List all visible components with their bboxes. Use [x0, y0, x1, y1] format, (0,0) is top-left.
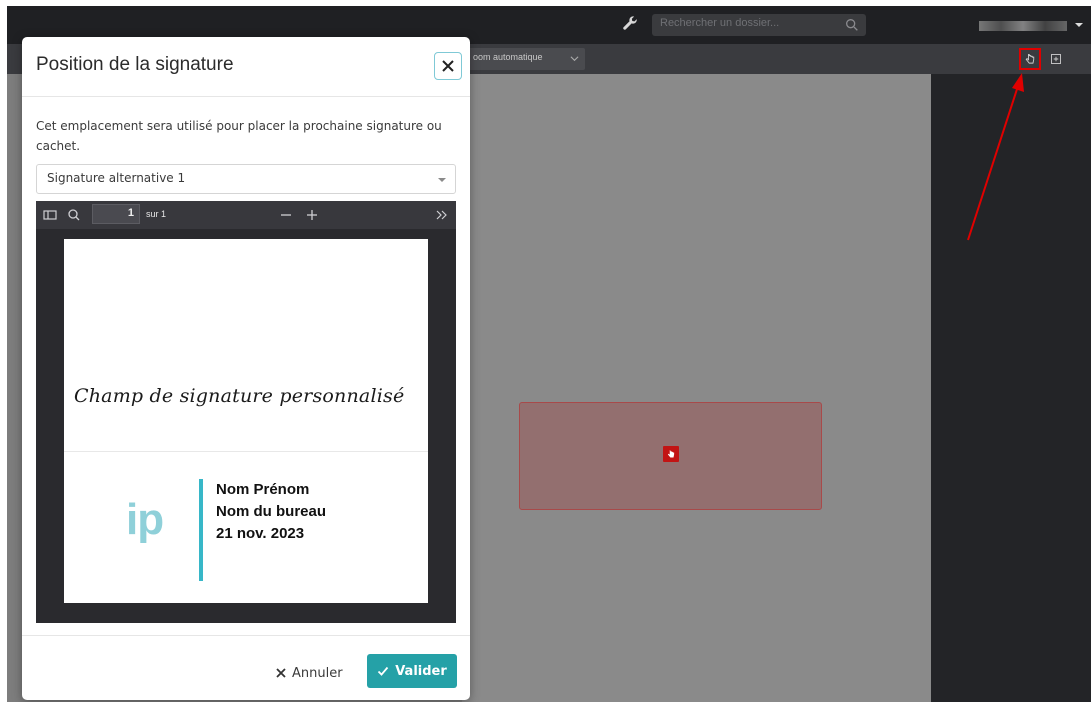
dialog-title: Position de la signature: [36, 54, 234, 75]
search-icon[interactable]: [66, 207, 82, 223]
dialog-footer: Annuler Valider: [22, 635, 470, 700]
stamp-divider: [199, 479, 203, 581]
validate-button[interactable]: Valider: [367, 654, 457, 688]
dialog-header: Position de la signature: [22, 37, 470, 97]
custom-signature-text: Champ de signature personnalisé: [74, 385, 405, 407]
document-page: [462, 74, 931, 702]
page-number-input[interactable]: 1: [92, 204, 140, 224]
hand-pointer-icon: [1025, 54, 1035, 64]
logo: ip: [126, 495, 164, 544]
search-input[interactable]: Rechercher un dossier...: [652, 14, 866, 36]
custom-signature-area: Champ de signature personnalisé: [64, 239, 428, 452]
pdf-page: Champ de signature personnalisé ip Nom P…: [64, 239, 428, 603]
signature-position-dialog: Position de la signature Cet emplacement…: [22, 37, 470, 700]
zoom-out-icon[interactable]: [278, 207, 294, 223]
zoom-select[interactable]: oom automatique: [467, 48, 585, 70]
cancel-button[interactable]: Annuler: [276, 663, 343, 683]
close-icon: [442, 60, 454, 72]
search-placeholder: Rechercher un dossier...: [660, 17, 780, 29]
double-chevron-right-icon[interactable]: [434, 207, 450, 223]
pdf-preview: 1 sur 1 Champ de signature personnalisé …: [36, 201, 456, 623]
user-menu-caret-icon[interactable]: [1074, 20, 1084, 30]
zoom-select-label: oom automatique: [473, 52, 543, 62]
export-button[interactable]: [1047, 50, 1065, 68]
signature-placement-zone[interactable]: [519, 402, 822, 510]
signature-select-value: Signature alternative 1: [47, 171, 186, 185]
page-count: sur 1: [146, 209, 167, 219]
wrench-icon[interactable]: [621, 15, 639, 33]
check-icon: [378, 666, 389, 676]
stamp-name: Nom Prénom: [216, 481, 310, 498]
stamp-office: Nom du bureau: [216, 503, 327, 520]
chevron-down-icon: [570, 56, 579, 62]
close-button[interactable]: [434, 52, 462, 80]
right-side-panel: [931, 74, 1091, 702]
signature-position-button[interactable]: [1021, 50, 1039, 68]
dialog-description: Cet emplacement sera utilisé pour placer…: [36, 119, 442, 153]
validate-label: Valider: [395, 663, 447, 679]
pdf-toolbar: 1 sur 1: [36, 201, 456, 229]
close-icon: [276, 668, 286, 678]
chevron-down-icon: [438, 178, 446, 182]
sidebar-toggle-icon[interactable]: [42, 207, 58, 223]
stamp-date: 21 nov. 2023: [216, 525, 305, 542]
user-name-blurred[interactable]: [979, 21, 1067, 31]
cancel-label: Annuler: [292, 665, 343, 681]
signature-select[interactable]: Signature alternative 1: [36, 164, 456, 194]
hand-pointer-icon: [663, 446, 679, 462]
zoom-in-icon[interactable]: [304, 207, 320, 223]
search-icon[interactable]: [844, 17, 860, 33]
document-export-icon: [1051, 54, 1061, 64]
